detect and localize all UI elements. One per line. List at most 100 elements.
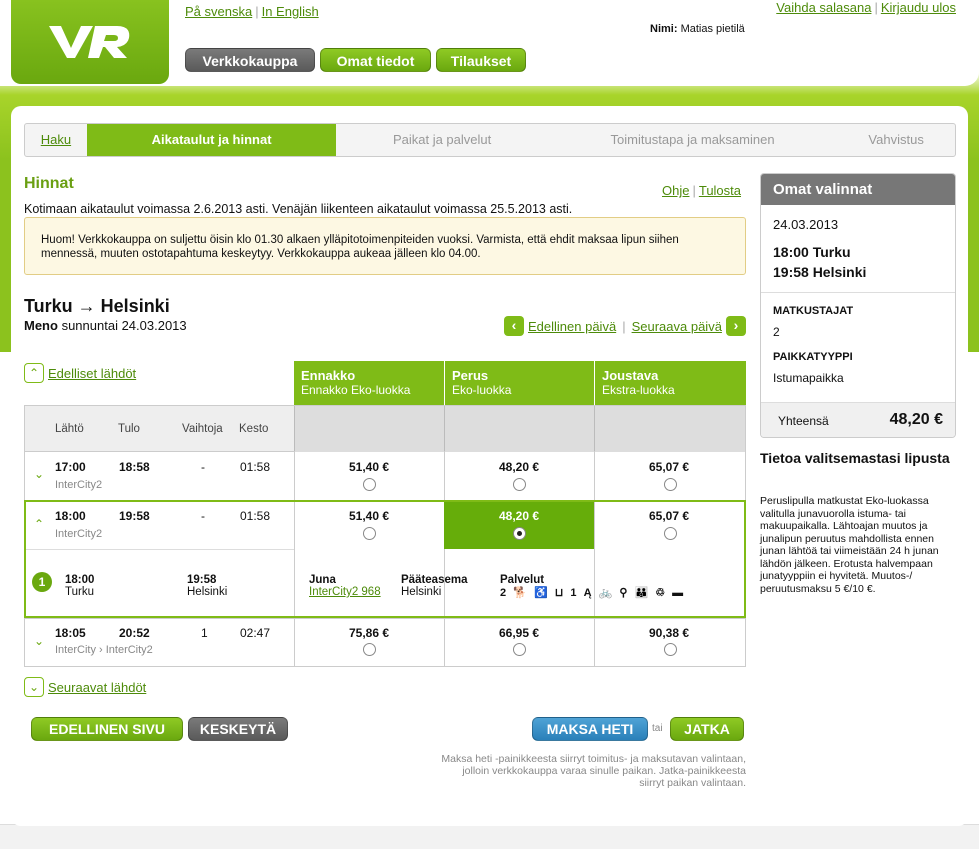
- step-confirmation: Vahvistus: [868, 132, 924, 147]
- cabin-icon: ▬: [672, 587, 686, 599]
- train-link[interactable]: InterCity2 968: [309, 586, 381, 598]
- price: 48,20 €: [498, 509, 540, 523]
- playroom-icon: ♲: [655, 587, 668, 599]
- nav-own-details-button[interactable]: Omat tiedot: [320, 48, 431, 72]
- column-header: Tulo: [118, 423, 140, 435]
- leg-arrival-station: Helsinki: [187, 586, 228, 598]
- footer-bar: [0, 824, 979, 849]
- leg-departure-station: Turku: [65, 586, 94, 598]
- progress-steps: Haku Aikataulut ja hinnat Paikat ja palv…: [24, 123, 956, 157]
- selections-title: Omat valinnat: [761, 174, 955, 205]
- fare-radio[interactable]: [363, 643, 376, 656]
- price: 48,20 €: [498, 460, 540, 474]
- continue-button[interactable]: JATKA: [670, 717, 744, 741]
- vr-logo-icon: [49, 26, 130, 58]
- direction-date: sunnuntai 24.03.2013: [61, 318, 187, 333]
- maintenance-notice: Huom! Verkkokauppa on suljettu öisin klo…: [24, 217, 746, 275]
- departure-time: 18:00: [55, 509, 86, 523]
- fare-column-header: [444, 406, 594, 452]
- help-links: Ohje | Tulosta: [662, 183, 741, 198]
- changes: 1: [201, 626, 208, 640]
- prev-day-link[interactable]: Edellinen päivä: [528, 319, 616, 334]
- cancel-button[interactable]: KESKEYTÄ: [188, 717, 288, 741]
- next-day-link[interactable]: Seuraava päivä: [632, 319, 722, 334]
- fare-class: Eko-luokka: [452, 383, 512, 397]
- chevron-down-icon[interactable]: ⌄: [31, 633, 47, 649]
- arrival-time: 20:52: [119, 626, 150, 640]
- prev-departures[interactable]: ⌃ Edelliset lähdöt: [24, 363, 136, 383]
- leg-arrival: 19:58 Helsinki: [187, 574, 227, 598]
- fare-radio[interactable]: [513, 643, 526, 656]
- fare-radio[interactable]: [664, 478, 677, 491]
- fare-radio-selected[interactable]: [513, 527, 526, 540]
- duration: 01:58: [240, 509, 271, 523]
- fare-header-perus: Perus Eko-luokka: [445, 361, 594, 405]
- services-label: Palvelut: [500, 574, 545, 586]
- change-password-link[interactable]: Vaihda salasana: [776, 0, 871, 15]
- vr-logo[interactable]: [11, 0, 169, 84]
- train-type: InterCity2: [55, 528, 103, 540]
- fare-radio[interactable]: [363, 478, 376, 491]
- class-1-icon: 1: [570, 587, 579, 599]
- or-label: tai: [652, 723, 663, 734]
- user-name: Matias pietilä: [680, 23, 745, 35]
- column-header: Vaihtoja: [182, 423, 223, 435]
- previous-page-button[interactable]: EDELLINEN SIVU: [31, 717, 183, 741]
- fare-radio[interactable]: [664, 643, 677, 656]
- user-label: Nimi:: [650, 23, 678, 35]
- allergy-icon: ⊔: [554, 587, 566, 599]
- logout-link[interactable]: Kirjaudu ulos: [881, 0, 956, 15]
- fare-column-header: [294, 406, 444, 452]
- price: 65,07 €: [648, 509, 690, 523]
- changes: -: [201, 460, 205, 474]
- price: 90,38 €: [648, 626, 690, 640]
- step-search-link[interactable]: Haku: [41, 132, 71, 147]
- next-departures-link[interactable]: Seuraavat lähdöt: [48, 680, 146, 695]
- help-link[interactable]: Ohje: [662, 183, 689, 198]
- fare-radio[interactable]: [363, 527, 376, 540]
- nav-webshop-button[interactable]: Verkkokauppa: [185, 48, 315, 72]
- chevron-left-icon[interactable]: ‹: [504, 316, 524, 336]
- terminal-station: Helsinki: [401, 586, 442, 598]
- changes: -: [201, 509, 205, 523]
- nav-orders-button[interactable]: Tilaukset: [436, 48, 526, 72]
- column-header: Lähtö: [55, 423, 84, 435]
- pay-now-button[interactable]: MAKSA HETI: [532, 717, 648, 741]
- family-icon: 👪: [634, 587, 651, 599]
- my-selections-panel: Omat valinnat 24.03.2013 18:00 Turku 19:…: [760, 173, 956, 438]
- column-header: Kesto: [239, 423, 269, 435]
- print-link[interactable]: Tulosta: [699, 183, 741, 198]
- train-type: InterCity › InterCity2: [55, 644, 153, 656]
- fare-column-header: [594, 406, 745, 452]
- prev-departures-link[interactable]: Edelliset lähdöt: [48, 366, 136, 381]
- selection-date: 24.03.2013: [773, 217, 839, 232]
- wheelchair-icon: ♿: [533, 587, 550, 599]
- seat-type-value: Istumapaikka: [773, 371, 844, 385]
- class-2-icon: 2: [500, 587, 509, 599]
- total-label: Yhteensä: [778, 414, 829, 428]
- row-divider: [26, 549, 294, 550]
- step-search[interactable]: Haku: [25, 124, 87, 156]
- ticket-info-text: Peruslipulla matkustat Eko-luokassa vali…: [760, 495, 939, 595]
- chevron-right-icon[interactable]: ›: [725, 316, 746, 336]
- fare-radio[interactable]: [513, 478, 526, 491]
- services-icons: 2 🐕 ♿ ⊔ 1 Ą 🚲 ⚲ 👪 ♲ ▬: [500, 587, 685, 599]
- chevron-down-icon[interactable]: ⌄: [24, 677, 44, 697]
- fare-radio[interactable]: [664, 527, 677, 540]
- direction-label: Meno: [24, 318, 58, 333]
- fare-name: Ennakko: [301, 368, 356, 383]
- chevron-up-icon[interactable]: ⌃: [31, 516, 47, 532]
- direction-line: Meno sunnuntai 24.03.2013: [24, 318, 187, 333]
- next-departures[interactable]: ⌄ Seuraavat lähdöt: [24, 677, 146, 697]
- separator: |: [692, 183, 696, 198]
- selection-departure: 18:00 Turku: [773, 244, 851, 260]
- row-divider: [24, 618, 746, 619]
- leg-services: Palvelut 2 🐕 ♿ ⊔ 1 Ą 🚲 ⚲ 👪 ♲ ▬: [500, 574, 685, 599]
- total-value: 48,20 €: [889, 411, 943, 428]
- fare-header-ennakko: Ennakko Ennakko Eko-luokka: [294, 361, 444, 405]
- chevron-up-icon[interactable]: ⌃: [24, 363, 44, 383]
- lang-english-link[interactable]: In English: [262, 4, 319, 19]
- price: 51,40 €: [348, 460, 390, 474]
- lang-swedish-link[interactable]: På svenska: [185, 4, 252, 19]
- chevron-down-icon[interactable]: ⌄: [31, 466, 47, 482]
